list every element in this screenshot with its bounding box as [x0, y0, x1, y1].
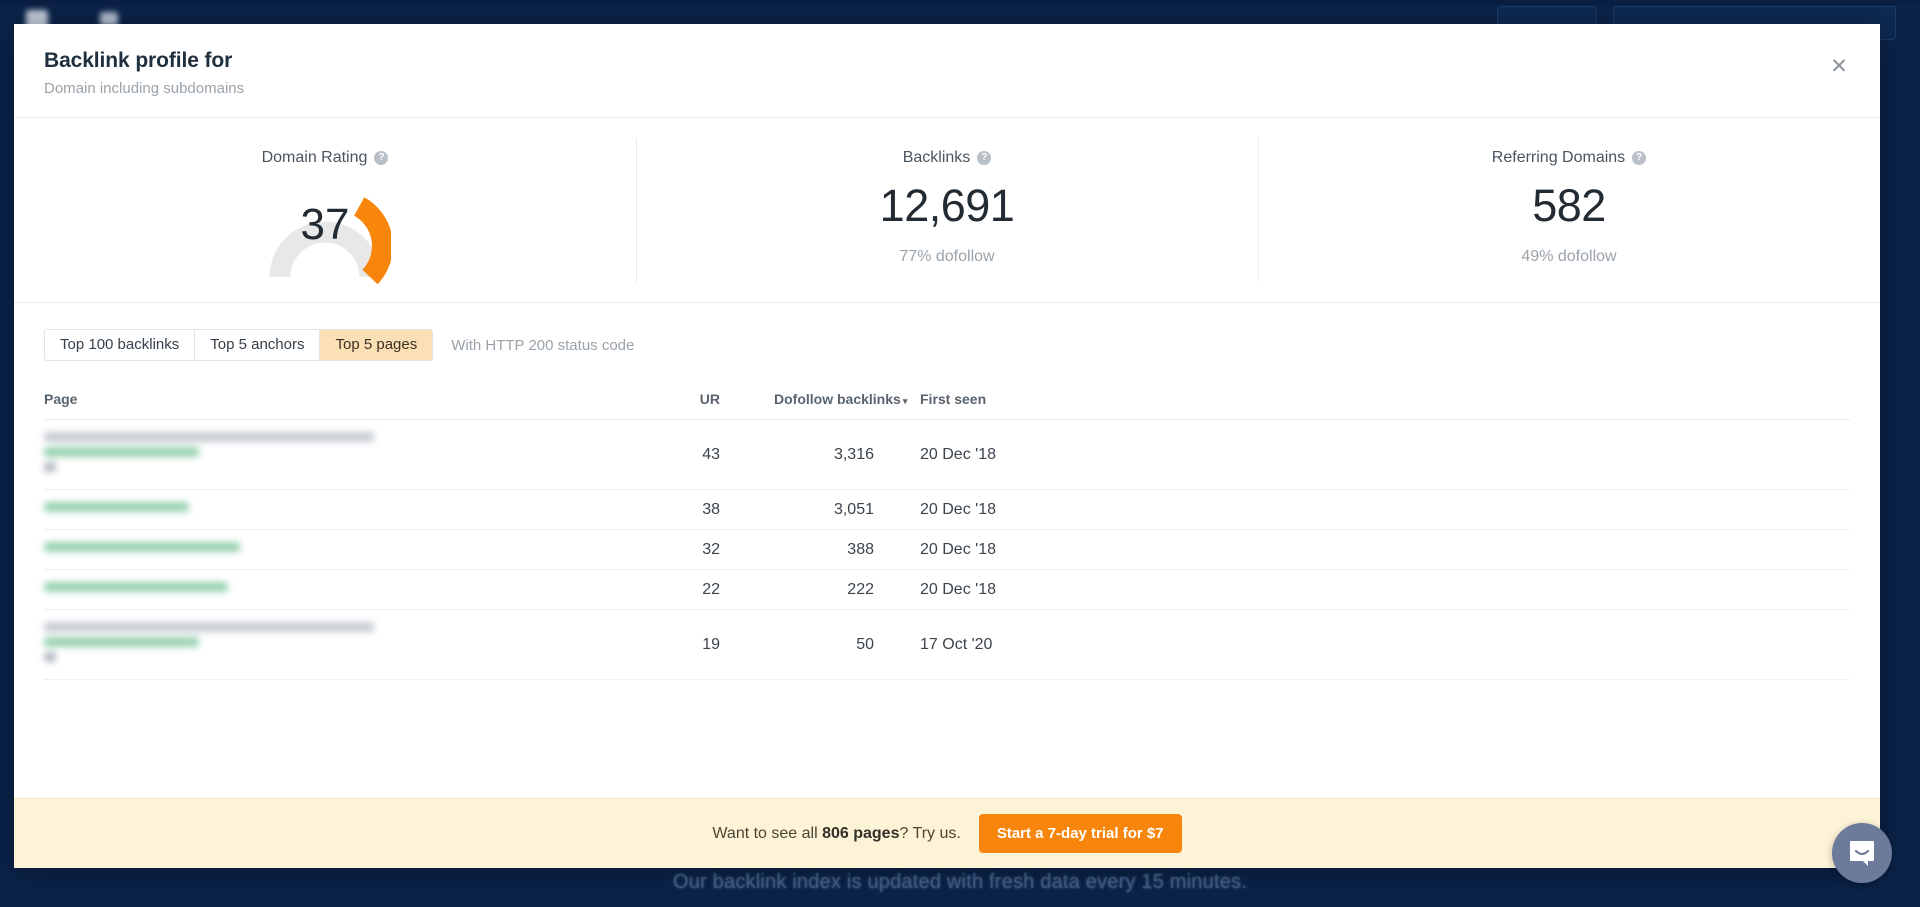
trial-cta-banner: Want to see all 806 pages? Try us. Start… — [14, 798, 1880, 868]
metric-label: Domain Rating ? — [262, 148, 389, 168]
cell-ur: 22 — [656, 570, 734, 610]
cell-ur: 43 — [656, 420, 734, 490]
modal-header: Backlink profile for Domain including su… — [14, 24, 1880, 118]
header-ur[interactable]: UR — [656, 383, 734, 420]
cell-page[interactable] — [44, 490, 656, 530]
redacted-page-url — [44, 540, 656, 559]
page-title: Backlink profile for — [44, 48, 1850, 74]
header-spacer — [1052, 383, 1850, 420]
referring-domains-dofollow: 49% dofollow — [1521, 248, 1616, 266]
cell-ur: 38 — [656, 490, 734, 530]
metrics-row: Domain Rating ? 37 Backlinks ? 12,691 77… — [14, 118, 1880, 303]
background-topbar — [0, 0, 1920, 5]
header-first-seen[interactable]: First seen — [902, 383, 1052, 420]
redacted-page-url — [44, 620, 656, 669]
cell-ur: 32 — [656, 530, 734, 570]
cell-dofollow-backlinks: 50 — [734, 610, 902, 680]
domain-rating-value: 37 — [259, 172, 391, 284]
cell-spacer — [1052, 570, 1850, 610]
cell-ur: 19 — [656, 610, 734, 680]
intercom-chat-launcher[interactable] — [1832, 823, 1892, 883]
tab-top-5-pages[interactable]: Top 5 pages — [320, 330, 432, 360]
backlinks-dofollow: 77% dofollow — [899, 248, 994, 266]
table-row[interactable]: 195017 Oct '20 — [44, 610, 1850, 680]
metric-domain-rating: Domain Rating ? 37 — [14, 118, 636, 302]
table-body: 433,31620 Dec '18383,05120 Dec '18323882… — [44, 420, 1850, 680]
cell-dofollow-backlinks: 222 — [734, 570, 902, 610]
start-trial-button[interactable]: Start a 7-day trial for $7 — [979, 814, 1182, 853]
cta-page-count: 806 pages — [822, 825, 899, 842]
header-page[interactable]: Page — [44, 383, 656, 420]
metric-label-text: Domain Rating — [262, 148, 368, 168]
cell-page[interactable] — [44, 610, 656, 680]
cell-dofollow-backlinks: 3,051 — [734, 490, 902, 530]
help-icon[interactable]: ? — [977, 151, 991, 165]
metric-label-text: Referring Domains — [1492, 148, 1625, 168]
metric-label: Backlinks ? — [903, 148, 992, 168]
close-icon[interactable]: ✕ — [1826, 54, 1852, 80]
background-index-note: Our backlink index is updated with fresh… — [0, 871, 1920, 894]
metric-label-text: Backlinks — [903, 148, 971, 168]
cell-page[interactable] — [44, 570, 656, 610]
cell-page[interactable] — [44, 530, 656, 570]
tab-group: Top 100 backlinks Top 5 anchors Top 5 pa… — [44, 329, 433, 361]
pages-table: Page UR Dofollow backlinks▾ First seen 4… — [44, 383, 1850, 680]
help-icon[interactable]: ? — [1632, 151, 1646, 165]
cell-page[interactable] — [44, 420, 656, 490]
tabs-row: Top 100 backlinks Top 5 anchors Top 5 pa… — [14, 303, 1880, 383]
http-status-note: With HTTP 200 status code — [451, 337, 634, 354]
tab-top-5-anchors[interactable]: Top 5 anchors — [195, 330, 320, 360]
redacted-page-url — [44, 580, 656, 599]
cell-first-seen: 20 Dec '18 — [902, 530, 1052, 570]
metric-label: Referring Domains ? — [1492, 148, 1646, 168]
cta-prefix: Want to see all — [712, 825, 822, 842]
cell-spacer — [1052, 610, 1850, 680]
cell-spacer — [1052, 420, 1850, 490]
table-row[interactable]: 3238820 Dec '18 — [44, 530, 1850, 570]
cell-first-seen: 20 Dec '18 — [902, 490, 1052, 530]
cell-spacer — [1052, 530, 1850, 570]
table-row[interactable]: 433,31620 Dec '18 — [44, 420, 1850, 490]
cell-first-seen: 20 Dec '18 — [902, 420, 1052, 490]
metric-referring-domains: Referring Domains ? 582 49% dofollow — [1258, 118, 1880, 302]
redacted-page-url — [44, 500, 656, 519]
table-header-row: Page UR Dofollow backlinks▾ First seen — [44, 383, 1850, 420]
cta-suffix: ? Try us. — [899, 825, 960, 842]
table-head: Page UR Dofollow backlinks▾ First seen — [44, 383, 1850, 420]
backlinks-value: 12,691 — [880, 178, 1015, 234]
table-row[interactable]: 383,05120 Dec '18 — [44, 490, 1850, 530]
table-row[interactable]: 2222220 Dec '18 — [44, 570, 1850, 610]
redacted-page-url — [44, 430, 656, 479]
header-dofollow-backlinks[interactable]: Dofollow backlinks▾ — [734, 383, 902, 420]
cell-first-seen: 17 Oct '20 — [902, 610, 1052, 680]
sort-descending-icon: ▾ — [903, 396, 908, 406]
modal-subtitle: Domain including subdomains — [44, 79, 1850, 99]
backlink-profile-modal: Backlink profile for Domain including su… — [14, 24, 1880, 868]
referring-domains-value: 582 — [1532, 178, 1606, 234]
help-icon[interactable]: ? — [374, 151, 388, 165]
cta-text: Want to see all 806 pages? Try us. — [712, 825, 960, 843]
cell-dofollow-backlinks: 3,316 — [734, 420, 902, 490]
pages-table-container: Page UR Dofollow backlinks▾ First seen 4… — [14, 383, 1880, 798]
cell-spacer — [1052, 490, 1850, 530]
chat-bubble-icon — [1847, 838, 1877, 868]
cell-first-seen: 20 Dec '18 — [902, 570, 1052, 610]
tab-top-100-backlinks[interactable]: Top 100 backlinks — [45, 330, 195, 360]
domain-rating-gauge: 37 — [259, 172, 391, 284]
metric-backlinks: Backlinks ? 12,691 77% dofollow — [636, 118, 1258, 302]
header-dofollow-label: Dofollow backlinks — [774, 391, 901, 407]
cell-dofollow-backlinks: 388 — [734, 530, 902, 570]
